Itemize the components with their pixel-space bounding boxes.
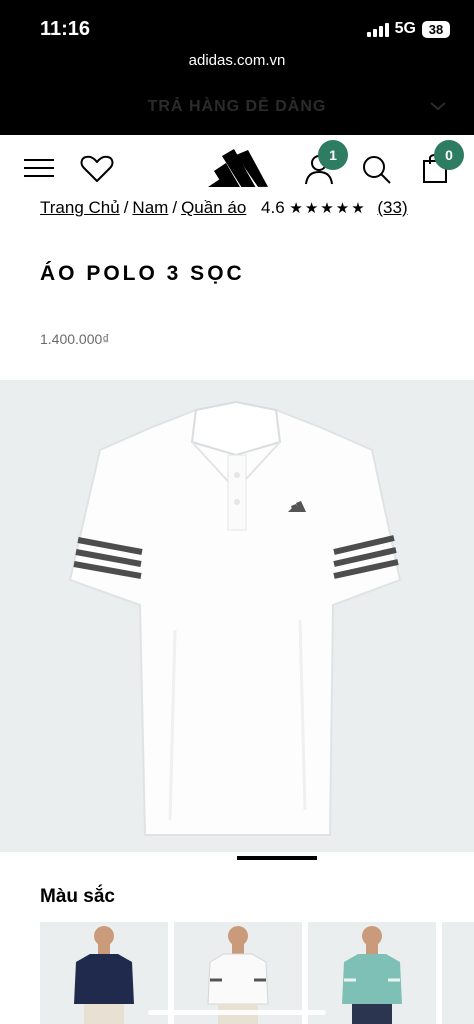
search-icon[interactable] [362,155,392,185]
promo-banner[interactable]: TRẢ HÀNG DỄ DÀNG [0,98,474,116]
cart-badge: 0 [434,140,464,170]
status-indicators: 5G 38 [366,20,450,38]
model-mint-image [342,926,402,1024]
menu-icon[interactable] [24,158,54,178]
rating-stars: ★★★★★ [289,200,367,217]
review-count-link[interactable]: (33) [377,198,407,217]
color-section-label: Màu sắc [40,886,115,907]
color-option-white[interactable] [174,922,302,1024]
url-bar[interactable]: adidas.com.vn [0,52,474,69]
model-white-image [207,926,269,1024]
wishlist-heart-icon[interactable] [80,155,114,183]
account-badge: 1 [318,140,348,170]
breadcrumb-clothing[interactable]: Quần áo [181,198,246,217]
product-image[interactable] [0,380,474,852]
model-navy-image [74,926,134,1024]
signal-icon [366,21,389,37]
polo-shirt-image [68,400,402,836]
image-carousel-indicator [237,856,317,860]
network-label: 5G [394,20,416,37]
rating-value: 4.6 [261,198,285,217]
product-title: ÁO POLO 3 SỌC [40,262,245,285]
color-swatches [40,922,474,1024]
adidas-logo[interactable] [206,149,268,187]
battery-icon: 38 [422,20,450,38]
color-option-navy[interactable] [40,922,168,1024]
breadcrumb: Trang Chủ / Nam / Quần áo 4.6 ★★★★★ (33) [40,198,408,218]
breadcrumb-home[interactable]: Trang Chủ [40,198,120,217]
breadcrumb-men[interactable]: Nam [132,198,168,217]
product-price: 1.400.000₫ [40,331,110,347]
breadcrumb-separator: / [172,198,178,217]
home-indicator [148,1010,326,1015]
color-option-mint[interactable] [308,922,436,1024]
color-option-more[interactable] [442,922,474,1024]
status-time: 11:16 [40,18,91,40]
site-header: 1 0 [0,135,474,200]
breadcrumb-separator: / [123,198,129,217]
chevron-down-icon[interactable] [428,96,448,116]
